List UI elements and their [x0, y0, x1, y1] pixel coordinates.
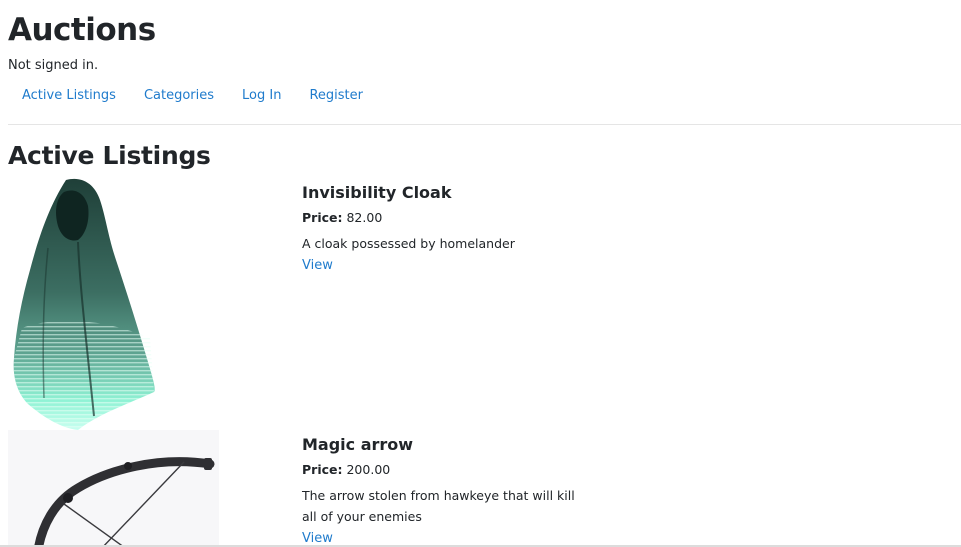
- cloak-image: [8, 178, 219, 430]
- section-title: Active Listings: [8, 141, 211, 170]
- price-value: 82.00: [346, 210, 383, 225]
- page: Auctions Not signed in. Active Listings …: [0, 0, 961, 547]
- price-label: Price:: [302, 210, 343, 225]
- site-title: Auctions: [8, 12, 156, 48]
- listing-info: Magic arrow Price: 200.00 The arrow stol…: [302, 434, 592, 547]
- price-value: 200.00: [346, 462, 391, 477]
- nav-active-listings-link[interactable]: Active Listings: [8, 88, 130, 103]
- header-divider: [8, 124, 961, 125]
- nav-login-link[interactable]: Log In: [228, 88, 295, 103]
- price-label: Price:: [302, 462, 343, 477]
- nav-register-link[interactable]: Register: [295, 88, 377, 103]
- price-row: Price: 200.00: [302, 461, 592, 479]
- listing-description: The arrow stolen from hawkeye that will …: [302, 488, 575, 524]
- listing-info: Invisibility Cloak Price: 82.00 A cloak …: [302, 182, 592, 276]
- listing-title: Magic arrow: [302, 435, 414, 454]
- nav-categories-link[interactable]: Categories: [130, 88, 228, 103]
- listing-title: Invisibility Cloak: [302, 183, 452, 202]
- listing-description: A cloak possessed by homelander: [302, 236, 515, 251]
- listing-item: Invisibility Cloak Price: 82.00 A cloak …: [8, 178, 958, 430]
- signin-status: Not signed in.: [8, 58, 99, 73]
- main-nav: Active Listings Categories Log In Regist…: [8, 84, 377, 104]
- bow-image: [8, 430, 219, 547]
- price-row: Price: 82.00: [302, 209, 592, 227]
- view-link[interactable]: View: [302, 256, 333, 276]
- listing-item: Magic arrow Price: 200.00 The arrow stol…: [8, 430, 958, 547]
